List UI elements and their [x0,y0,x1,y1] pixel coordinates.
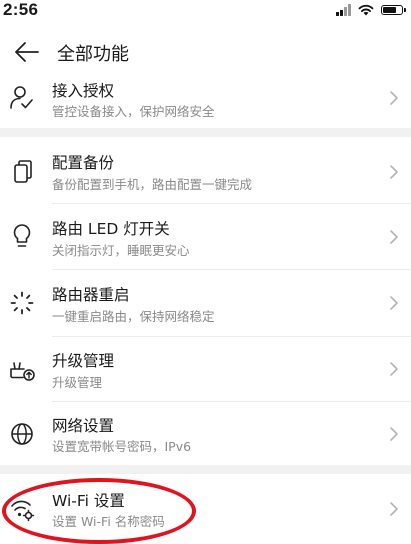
chevron-right-icon [390,230,398,244]
item-subtitle: 备份配置到手机，路由配置一键完成 [52,177,253,192]
item-subtitle: 一键重启路由，保持网络稳定 [52,309,215,324]
item-title: Wi-Fi 设置 [52,492,125,510]
list-item-wifi-settings[interactable]: Wi-Fi 设置 设置 Wi-Fi 名称密码 [0,476,411,533]
list-item-access-authorization[interactable]: 接入授权 管控设备接入，保护网络安全 [0,72,411,128]
list-item-network-settings[interactable]: 网络设置 设置宽带帐号密码，IPv6 [0,402,411,465]
chevron-right-icon [390,362,398,376]
battery-icon [381,5,406,15]
item-subtitle: 设置 Wi-Fi 名称密码 [52,514,165,529]
item-title: 配置备份 [52,154,115,172]
chevron-right-icon [390,502,398,516]
wifi-icon [358,4,374,16]
chevron-right-icon [390,165,398,179]
item-title: 升级管理 [52,352,115,370]
chevron-right-icon [390,427,398,441]
section-separator [0,128,411,137]
backup-copy-icon [14,160,32,183]
page-title: 全部功能 [57,44,129,65]
list-item-router-restart[interactable]: 路由器重启 一键重启路由，保持网络稳定 [0,270,411,336]
item-subtitle: 升级管理 [52,375,103,390]
page-header: 全部功能 [0,36,411,68]
status-icons [336,3,406,17]
item-subtitle: 关闭指示灯，睡眠更安心 [52,243,190,258]
globe-icon [11,423,33,445]
restart-loading-icon [10,291,34,315]
item-subtitle: 设置宽带帐号密码，IPv6 [52,439,192,454]
lightbulb-icon [13,224,31,247]
list-item-led-switch[interactable]: 路由 LED 灯开关 关闭指示灯，睡眠更安心 [0,204,411,269]
item-title: 路由器重启 [52,286,130,304]
wifi-settings-icon [11,500,35,522]
status-time: 2:56 [3,0,39,19]
section-separator [0,465,411,474]
list-item-upgrade-management[interactable]: 升级管理 升级管理 [0,337,411,401]
user-check-icon [10,86,33,109]
item-subtitle: 管控设备接入，保护网络安全 [52,104,215,119]
cellular-signal-icon [336,4,351,16]
chevron-right-icon [390,296,398,310]
back-arrow-icon[interactable] [14,41,40,63]
item-title: 网络设置 [52,417,115,435]
list-item-config-backup[interactable]: 配置备份 备份配置到手机，路由配置一键完成 [0,141,411,203]
chevron-right-icon [390,91,398,105]
router-upgrade-icon [10,362,35,381]
item-title: 接入授权 [52,82,115,100]
item-title: 路由 LED 灯开关 [52,220,170,238]
status-bar: 2:56 [0,0,411,22]
